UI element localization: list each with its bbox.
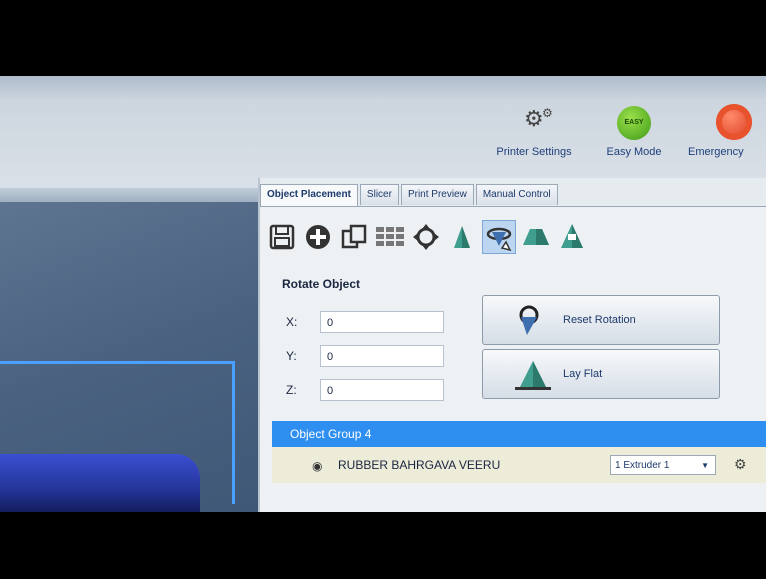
object-name: RUBBER BAHRGAVA VEERU	[338, 458, 501, 472]
lay-flat-button[interactable]: Lay Flat	[482, 349, 720, 399]
object-group-header[interactable]: Object Group 4	[272, 421, 766, 447]
easy-mode-label: Easy Mode	[606, 146, 662, 158]
copy-object-button[interactable]	[338, 221, 370, 253]
add-object-button[interactable]	[302, 221, 334, 253]
tab-manual-control[interactable]: Manual Control	[475, 184, 558, 205]
placement-toolbar	[266, 219, 588, 255]
object-settings-gear-icon[interactable]: ⚙	[734, 456, 747, 473]
control-panel: Object Placement Slicer Print Preview Ma…	[258, 178, 766, 512]
reset-rotation-label: Reset Rotation	[563, 314, 636, 326]
application-window: ⚙ ⚙ Printer Settings EASY Easy Mode Emer…	[0, 76, 766, 512]
reset-rotation-button[interactable]: Reset Rotation	[482, 295, 720, 345]
window-chrome	[0, 76, 766, 98]
x-axis-label: X:	[286, 315, 298, 329]
mirror-icon	[523, 229, 549, 245]
rotate-y-input[interactable]: 0	[320, 345, 444, 367]
z-axis-label: Z:	[286, 383, 297, 397]
easy-mode-button[interactable]: EASY Easy Mode	[594, 102, 674, 158]
reset-rotation-icon	[519, 305, 539, 335]
tab-bar: Object Placement Slicer Print Preview Ma…	[260, 184, 558, 207]
center-object-button[interactable]	[410, 221, 442, 253]
rotate-icon	[486, 227, 512, 252]
top-toolbar: ⚙ ⚙ Printer Settings EASY Easy Mode Emer…	[470, 102, 766, 168]
extruder-value: 1 Extruder 1	[615, 460, 670, 471]
object-placement-pane: Rotate Object X: 0 Y: 0 Z: 0 Reset Rotat…	[260, 206, 766, 512]
copy-icon	[341, 224, 367, 249]
tab-object-placement[interactable]: Object Placement	[260, 184, 358, 207]
arrange-grid-button[interactable]	[374, 221, 406, 253]
add-icon	[306, 225, 330, 249]
object-list-item[interactable]: ◉ RUBBER BAHRGAVA VEERU 1 Extruder 1 ▼ ⚙	[272, 447, 766, 483]
cut-icon	[561, 224, 583, 248]
chevron-down-icon: ▼	[701, 461, 709, 470]
printer-settings-label: Printer Settings	[496, 146, 572, 158]
letterbox-top	[0, 0, 766, 76]
emergency-stop-icon	[716, 104, 752, 140]
tab-slicer[interactable]: Slicer	[359, 184, 399, 205]
cut-object-button[interactable]	[556, 221, 588, 253]
rotate-object-button[interactable]	[482, 220, 516, 254]
scale-object-button[interactable]	[446, 221, 478, 253]
emergency-button[interactable]: Emergency	[676, 102, 766, 158]
y-axis-label: Y:	[286, 349, 297, 363]
rotate-x-input[interactable]: 0	[320, 311, 444, 333]
lay-flat-label: Lay Flat	[563, 368, 603, 380]
3d-model[interactable]	[0, 454, 200, 512]
rotate-z-input[interactable]: 0	[320, 379, 444, 401]
gears-icon: ⚙	[524, 106, 544, 131]
letterbox-bottom	[0, 512, 766, 579]
emergency-label: Emergency	[688, 146, 744, 158]
extruder-select[interactable]: 1 Extruder 1 ▼	[610, 455, 716, 475]
grid-icon	[376, 227, 404, 246]
easy-mode-icon: EASY	[617, 106, 651, 140]
center-icon	[413, 224, 439, 250]
visibility-eye-icon[interactable]: ◉	[312, 459, 322, 473]
tab-print-preview[interactable]: Print Preview	[400, 184, 474, 205]
scale-icon	[454, 226, 470, 248]
save-button[interactable]	[266, 221, 298, 253]
lay-flat-icon	[515, 361, 551, 390]
gears-icon-small: ⚙	[542, 106, 553, 120]
viewport-header	[0, 188, 262, 202]
save-icon	[269, 224, 295, 250]
printer-settings-button[interactable]: ⚙ ⚙ Printer Settings	[484, 102, 584, 158]
mirror-object-button[interactable]	[520, 221, 552, 253]
rotate-object-heading: Rotate Object	[282, 277, 361, 291]
